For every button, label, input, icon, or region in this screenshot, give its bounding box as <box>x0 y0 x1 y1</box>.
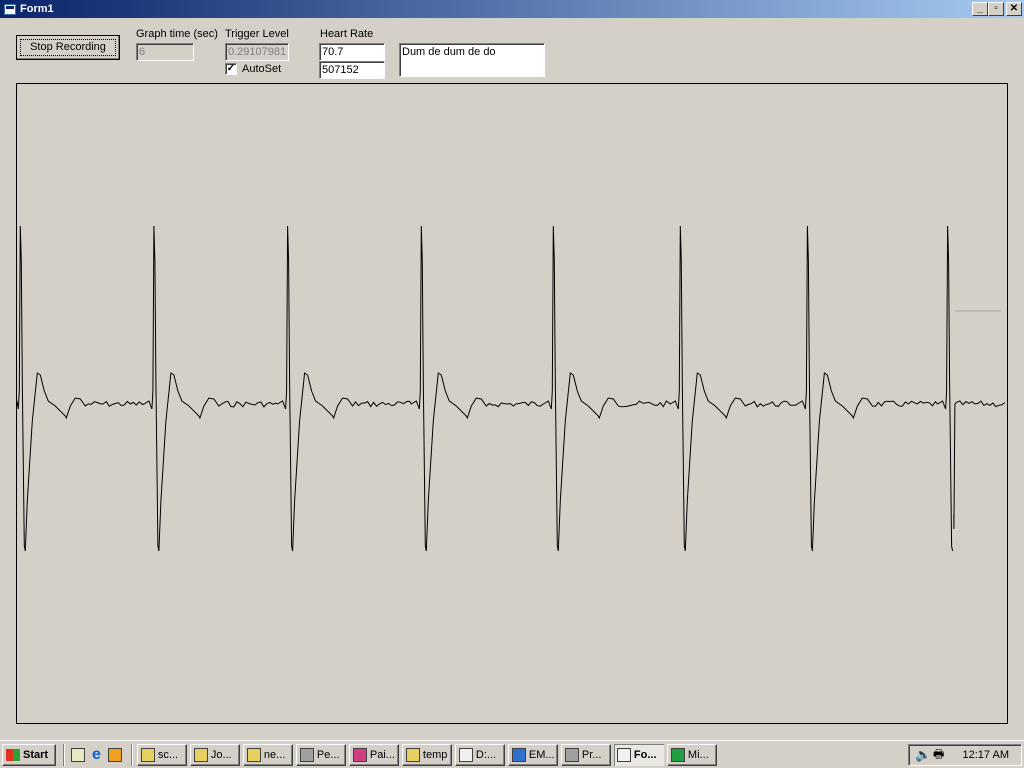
system-tray: 🔈 🖶 12:17 AM <box>908 744 1022 766</box>
ecg-graph <box>16 83 1008 724</box>
app-icon <box>564 747 579 762</box>
taskbar-item[interactable]: ne... <box>242 743 293 766</box>
heart-rate-label: Heart Rate <box>320 28 374 40</box>
ecg-plot <box>17 225 1006 552</box>
graph-time-label: Graph time (sec) <box>136 28 218 40</box>
message-textbox[interactable]: Dum de dum de do <box>399 43 545 77</box>
taskbar-item-label: Mi... <box>687 748 709 761</box>
taskbar-item[interactable]: EM... <box>507 743 558 766</box>
taskbar-item-label: Pr... <box>581 748 602 761</box>
taskbar-item[interactable]: Pr... <box>560 743 611 766</box>
chart-icon <box>458 747 473 762</box>
form-icon <box>4 3 16 15</box>
taskbar-item[interactable]: Jo... <box>189 743 240 766</box>
window-title: Form1 <box>20 3 54 15</box>
taskbar-item[interactable]: Mi... <box>666 743 717 766</box>
close-button[interactable]: ✕ <box>1006 2 1022 16</box>
media-player-icon[interactable] <box>105 743 124 766</box>
minimize-button[interactable]: _ <box>972 2 988 16</box>
title-bar: Form1 _ ▫ ✕ <box>0 0 1024 18</box>
ie-icon[interactable]: e <box>90 743 103 766</box>
taskbar-item-label: ne... <box>263 748 286 761</box>
show-desktop-icon[interactable] <box>69 743 87 766</box>
heart-rate-field[interactable]: 70.7 <box>319 43 385 61</box>
graph-time-field[interactable]: 6 <box>136 43 194 61</box>
check-icon: ✓ <box>225 63 237 75</box>
windows-logo-icon <box>6 748 20 761</box>
search-icon <box>140 747 155 762</box>
ie-icon <box>511 747 526 762</box>
divider <box>63 743 65 766</box>
search-icon <box>193 747 208 762</box>
clock[interactable]: 12:17 AM <box>963 749 1009 761</box>
taskbar-item-label: EM... <box>528 748 555 761</box>
taskbar-item[interactable]: Pe... <box>295 743 346 766</box>
excel-icon <box>670 747 685 762</box>
taskbar-item-label: sc... <box>157 748 179 761</box>
search-icon <box>405 747 420 762</box>
ecg-trace <box>17 225 954 552</box>
autoset-label: AutoSet <box>242 63 282 75</box>
taskbar-item-label: Jo... <box>210 748 232 761</box>
printer-icon[interactable]: 🖶 <box>933 745 944 766</box>
trigger-level-label: Trigger Level <box>225 28 289 40</box>
autoset-checkbox[interactable]: ✓ AutoSet <box>225 63 281 75</box>
stop-recording-button[interactable]: Stop Recording <box>16 35 120 60</box>
restore-button[interactable]: ▫ <box>988 2 1004 16</box>
start-label: Start <box>23 748 49 761</box>
taskbar-item[interactable]: Pai... <box>348 743 399 766</box>
search-icon <box>246 747 261 762</box>
form-icon <box>616 747 631 762</box>
volume-icon[interactable]: 🔈 <box>915 747 931 763</box>
trigger-level-field[interactable]: 0.29107981 <box>225 43 289 61</box>
ecg-trace-old <box>953 400 1006 530</box>
taskbar-item[interactable]: temp <box>401 743 452 766</box>
app-icon <box>299 747 314 762</box>
counter-field[interactable]: 507152 <box>319 61 385 79</box>
divider <box>130 743 133 766</box>
taskbar-item-label: D:... <box>475 748 497 761</box>
paint-icon <box>352 747 367 762</box>
taskbar-item-label: temp <box>422 748 448 761</box>
taskbar-item[interactable]: D:... <box>454 743 505 766</box>
taskbar-item[interactable]: Fo... <box>613 743 664 766</box>
taskbar-item-label: Pai... <box>369 748 395 761</box>
taskbar-item-label: Fo... <box>633 748 657 761</box>
taskbar-item-label: Pe... <box>316 748 340 761</box>
taskbar-item[interactable]: sc... <box>136 743 187 766</box>
start-button[interactable]: Start <box>2 743 56 766</box>
taskbar: Start e sc... Jo... ne... Pe... Pai... temp D:… <box>0 740 1024 768</box>
